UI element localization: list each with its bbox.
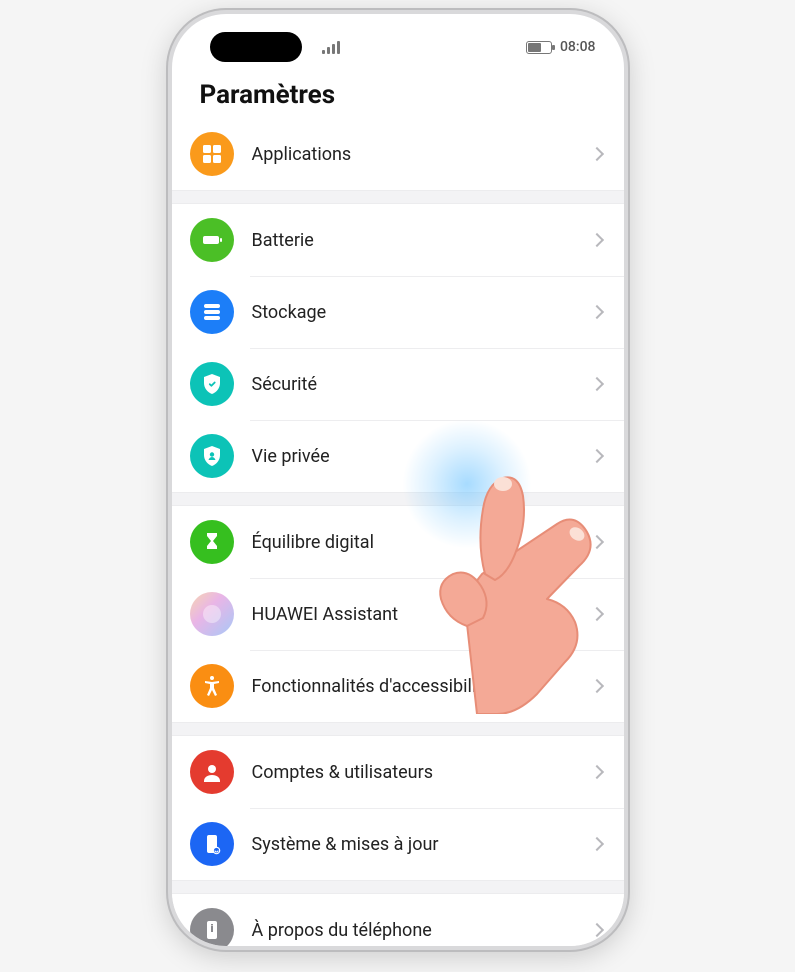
chevron-right-icon xyxy=(589,233,603,247)
chevron-right-icon xyxy=(589,679,603,693)
row-label: Sécurité xyxy=(252,374,592,395)
chevron-right-icon xyxy=(589,147,603,161)
chevron-right-icon xyxy=(589,923,603,937)
row-label: Stockage xyxy=(252,302,592,323)
chevron-right-icon xyxy=(589,449,603,463)
chevron-right-icon xyxy=(589,765,603,779)
row-label: À propos du téléphone xyxy=(252,920,592,941)
row-label: Vie privée xyxy=(252,446,592,467)
row-label: Système & mises à jour xyxy=(252,834,592,855)
row-label: Batterie xyxy=(252,230,592,251)
row-assistant[interactable]: HUAWEI Assistant xyxy=(172,578,624,650)
chevron-right-icon xyxy=(589,837,603,851)
row-storage[interactable]: Stockage xyxy=(172,276,624,348)
apps-icon xyxy=(190,132,234,176)
row-accounts[interactable]: Comptes & utilisateurs xyxy=(172,736,624,808)
volume-button[interactable] xyxy=(626,184,628,304)
status-time: 08:08 xyxy=(560,39,596,55)
group-separator xyxy=(172,722,624,736)
row-privacy[interactable]: Vie privée xyxy=(172,420,624,492)
signal-icon xyxy=(322,40,340,54)
chevron-right-icon xyxy=(589,535,603,549)
row-battery[interactable]: Batterie xyxy=(172,204,624,276)
phone-frame: 08:08 Paramètres Applications Batterie xyxy=(168,10,628,950)
assistant-icon xyxy=(190,592,234,636)
row-accessibility[interactable]: Fonctionnalités d'accessibilité xyxy=(172,650,624,722)
group-separator xyxy=(172,190,624,204)
row-security[interactable]: Sécurité xyxy=(172,348,624,420)
row-label: Applications xyxy=(252,144,592,165)
row-label: HUAWEI Assistant xyxy=(252,604,592,625)
chevron-right-icon xyxy=(589,377,603,391)
row-label: Équilibre digital xyxy=(252,532,592,553)
chevron-right-icon xyxy=(589,607,603,621)
row-applications[interactable]: Applications xyxy=(172,118,624,190)
hourglass-icon xyxy=(190,520,234,564)
settings-list: Applications Batterie Stockage xyxy=(172,118,624,946)
screen: 08:08 Paramètres Applications Batterie xyxy=(172,14,624,946)
chevron-right-icon xyxy=(589,305,603,319)
group-separator xyxy=(172,880,624,894)
row-digital-balance[interactable]: Équilibre digital xyxy=(172,506,624,578)
page-title: Paramètres xyxy=(172,62,624,118)
row-system[interactable]: Système & mises à jour xyxy=(172,808,624,880)
shield-icon xyxy=(190,362,234,406)
privacy-icon xyxy=(190,434,234,478)
row-about[interactable]: À propos du téléphone xyxy=(172,894,624,946)
row-label: Fonctionnalités d'accessibilité xyxy=(252,676,592,697)
battery-icon xyxy=(526,41,552,54)
system-update-icon xyxy=(190,822,234,866)
row-label: Comptes & utilisateurs xyxy=(252,762,592,783)
storage-icon xyxy=(190,290,234,334)
power-button[interactable] xyxy=(626,324,628,394)
user-icon xyxy=(190,750,234,794)
accessibility-icon xyxy=(190,664,234,708)
battery-settings-icon xyxy=(190,218,234,262)
about-phone-icon xyxy=(190,908,234,946)
group-separator xyxy=(172,492,624,506)
notch xyxy=(210,32,302,62)
